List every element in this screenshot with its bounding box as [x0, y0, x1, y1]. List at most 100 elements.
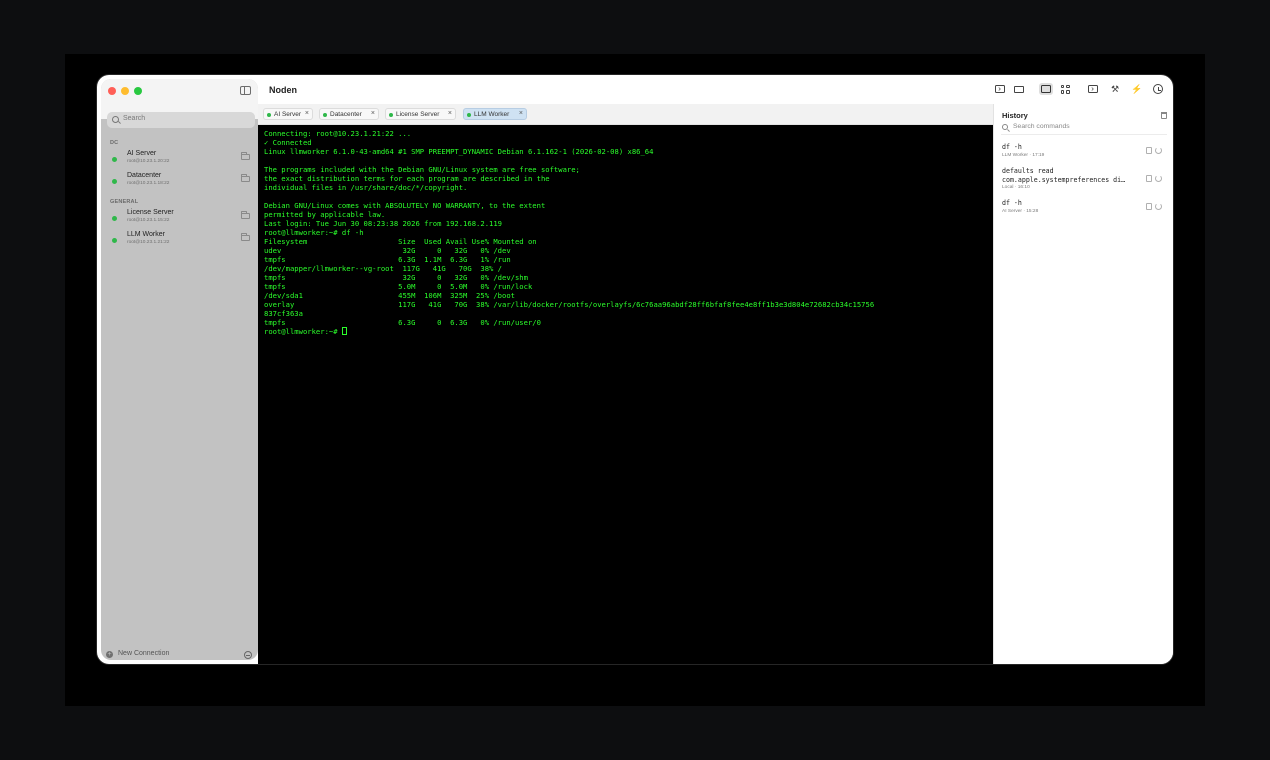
terminal-line: permitted by applicable law.	[264, 210, 386, 219]
close-tab-icon[interactable]: ×	[519, 110, 523, 117]
magic-button[interactable]: ⚡	[1130, 83, 1144, 95]
close-tab-icon[interactable]: ×	[448, 110, 452, 117]
sidebar-search-input[interactable]: Search	[107, 112, 255, 128]
sidebar-item-ai-server[interactable]: AI Server root@10.23.1.20:22	[110, 150, 252, 168]
history-meta: LLM Worker · 17:19	[1002, 152, 1045, 158]
folder-icon[interactable]	[241, 211, 250, 219]
trash-icon[interactable]	[1161, 112, 1167, 119]
terminal-line: root@llmworker:~# df -h	[264, 228, 364, 237]
history-command: df -h	[1002, 199, 1022, 207]
history-host: LLM Worker	[1002, 152, 1029, 158]
history-meta: Local · 16:10	[1002, 185, 1030, 190]
host-address: root@10.23.1.20:22	[127, 159, 170, 164]
sidebar-toggle-icon[interactable]	[240, 86, 251, 95]
hammer-icon: ⚒	[1110, 83, 1120, 94]
terminal-prompt-line: root@llmworker:~#	[264, 327, 993, 336]
rerun-icon[interactable]	[1155, 175, 1162, 182]
history-toggle-button[interactable]	[1151, 83, 1165, 95]
tab-label: License Server	[396, 110, 440, 118]
folder-icon	[1014, 85, 1024, 93]
tab-ai-server[interactable]: AI Server ×	[263, 108, 313, 120]
history-item[interactable]: df -h LLM Worker · 17:19	[1002, 143, 1168, 158]
close-tab-icon[interactable]: ×	[371, 110, 375, 117]
copy-icon[interactable]	[1146, 175, 1152, 182]
history-item[interactable]: df -h AI Server · 15:28	[1002, 199, 1168, 214]
history-time: 17:19	[1032, 152, 1045, 158]
sidebar-item-license-server[interactable]: License Server root@10.23.1.15:22	[110, 209, 252, 227]
folder-icon[interactable]	[241, 174, 250, 182]
history-icon	[1153, 84, 1163, 94]
folder-icon[interactable]	[241, 233, 250, 241]
tab-license-server[interactable]: License Server ×	[385, 108, 456, 120]
search-icon	[112, 116, 119, 123]
close-window-button[interactable]	[108, 87, 116, 95]
history-item[interactable]: defaults read com.apple.systempreference…	[1002, 167, 1168, 190]
status-dot	[112, 179, 117, 184]
terminal-line: /dev/mapper/llmworker--vg-root 117G 41G …	[264, 264, 502, 273]
host-address: root@10.23.1.15:22	[127, 218, 170, 223]
terminal-line: Filesystem Size Used Avail Use% Mounted …	[264, 237, 537, 246]
tools-button[interactable]: ⚒	[1108, 83, 1122, 95]
host-name: LLM Worker	[127, 231, 165, 238]
terminal-cursor	[341, 327, 347, 335]
copy-icon[interactable]	[1146, 147, 1152, 154]
history-search-placeholder: Search commands	[1013, 123, 1070, 130]
files-view-button[interactable]	[1012, 83, 1026, 95]
zoom-window-button[interactable]	[134, 87, 142, 95]
history-command: df -h	[1002, 143, 1022, 151]
tab-datacenter[interactable]: Datacenter ×	[319, 108, 379, 120]
terminal-line: udev 32G 0 32G 0% /dev	[264, 246, 511, 255]
terminal-line: tmpfs 6.3G 0 6.3G 0% /run/user/0	[264, 318, 541, 327]
terminal-line: individual files in /usr/share/doc/*/cop…	[264, 183, 468, 192]
close-tab-icon[interactable]: ×	[305, 110, 309, 117]
history-host: AI Server	[1002, 208, 1022, 214]
history-command: defaults read com.apple.systempreference…	[1002, 167, 1126, 184]
terminal-line: overlay 117G 41G 70G 38% /var/lib/docker…	[264, 300, 875, 309]
host-name: Datacenter	[127, 172, 162, 179]
terminal-line: Debian GNU/Linux comes with ABSOLUTELY N…	[264, 201, 546, 210]
tab-bar: AI Server × Datacenter × License Server …	[258, 104, 993, 125]
remove-connection-icon[interactable]	[244, 651, 252, 659]
rerun-icon[interactable]	[1155, 147, 1162, 154]
app-window: Search DC AI Server root@10.23.1.20:22 D…	[97, 75, 1173, 664]
history-host: Local	[1002, 185, 1014, 190]
tab-llm-worker[interactable]: LLM Worker ×	[463, 108, 527, 120]
grid-layout-button[interactable]	[1058, 83, 1072, 95]
copy-icon[interactable]	[1146, 203, 1152, 210]
window-title: Noden	[269, 85, 297, 95]
history-actions	[1146, 147, 1162, 154]
history-meta: AI Server · 15:28	[1002, 208, 1039, 214]
terminal-line: tmpfs 32G 0 32G 0% /dev/shm	[264, 273, 528, 282]
history-search-input[interactable]: Search commands	[1001, 123, 1167, 135]
magic-wand-icon: ⚡	[1131, 83, 1143, 94]
terminal-line: tmpfs 6.3G 1.1M 6.3G 1% /run	[264, 255, 511, 264]
terminal-view-button[interactable]	[993, 83, 1007, 95]
grid-icon	[1060, 84, 1070, 94]
tab-label: Datacenter	[330, 110, 362, 118]
console-icon	[1088, 85, 1098, 93]
status-dot	[112, 216, 117, 221]
terminal-prompt: root@llmworker:~#	[264, 327, 342, 336]
sidebar-item-datacenter[interactable]: Datacenter root@10.23.1.18:22	[110, 172, 252, 190]
sidebar-item-llm-worker[interactable]: LLM Worker root@10.23.1.21:22	[110, 231, 252, 249]
status-dot	[267, 112, 271, 117]
plus-icon[interactable]: +	[106, 651, 113, 658]
window-controls	[108, 87, 142, 95]
minimize-window-button[interactable]	[121, 87, 129, 95]
sidebar-search-placeholder: Search	[123, 115, 146, 122]
terminal-line: Linux llmworker 6.1.0-43-amd64 #1 SMP PR…	[264, 147, 654, 156]
terminal-line: /dev/sda1 455M 106M 325M 25% /boot	[264, 291, 515, 300]
host-name: License Server	[127, 209, 174, 216]
single-pane-button[interactable]	[1039, 83, 1053, 95]
status-dot	[467, 112, 471, 117]
status-dot	[112, 157, 117, 162]
new-connection-button[interactable]: New Connection	[118, 650, 169, 657]
status-dot	[112, 238, 117, 243]
search-icon	[1002, 124, 1008, 130]
rerun-icon[interactable]	[1155, 203, 1162, 210]
console-button[interactable]	[1086, 83, 1100, 95]
folder-icon[interactable]	[241, 152, 250, 160]
terminal-output[interactable]: Connecting: root@10.23.1.21:22 ... ✓ Con…	[258, 125, 993, 664]
